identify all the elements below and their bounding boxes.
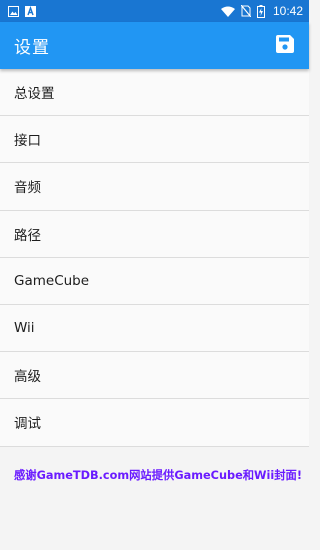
- status-bar: 10:42: [0, 0, 309, 22]
- settings-screen: 10:42 设置 总设置 接口 音频 路径 GameCube Wii 高级 调试…: [0, 0, 309, 550]
- save-button[interactable]: [273, 34, 297, 58]
- menu-item-wii[interactable]: Wii: [0, 304, 309, 353]
- menu-item-label: 总设置: [14, 86, 55, 103]
- credit-link[interactable]: 感谢GameTDB.com网站提供GameCube和Wii封面!: [0, 447, 309, 483]
- save-icon: [276, 34, 294, 57]
- battery-charging-icon: [256, 4, 265, 18]
- settings-menu: 总设置 接口 音频 路径 GameCube Wii 高级 调试: [0, 69, 309, 447]
- menu-item-general[interactable]: 总设置: [0, 69, 309, 117]
- menu-item-label: 调试: [14, 416, 41, 433]
- menu-item-label: 路径: [14, 227, 41, 244]
- menu-item-advanced[interactable]: 高级: [0, 352, 309, 400]
- page-title: 设置: [14, 38, 50, 58]
- menu-item-label: 音频: [14, 180, 41, 197]
- menu-item-interface[interactable]: 接口: [0, 116, 309, 164]
- menu-item-gamecube[interactable]: GameCube: [0, 257, 309, 305]
- menu-item-audio[interactable]: 音频: [0, 163, 309, 211]
- no-sim-icon: [240, 5, 251, 17]
- status-bar-right: 10:42: [220, 4, 303, 18]
- menu-item-paths[interactable]: 路径: [0, 210, 309, 258]
- menu-item-debug[interactable]: 调试: [0, 399, 309, 447]
- menu-item-label: 接口: [14, 133, 41, 150]
- notification-a-icon: [25, 5, 36, 17]
- status-time: 10:42: [272, 4, 303, 18]
- image-icon: [8, 5, 19, 17]
- status-bar-left: [8, 5, 36, 17]
- menu-item-label: Wii: [14, 320, 35, 337]
- menu-item-label: 高级: [14, 369, 41, 386]
- wifi-icon: [220, 6, 235, 17]
- app-bar: 设置: [0, 22, 309, 69]
- menu-item-label: GameCube: [14, 272, 90, 289]
